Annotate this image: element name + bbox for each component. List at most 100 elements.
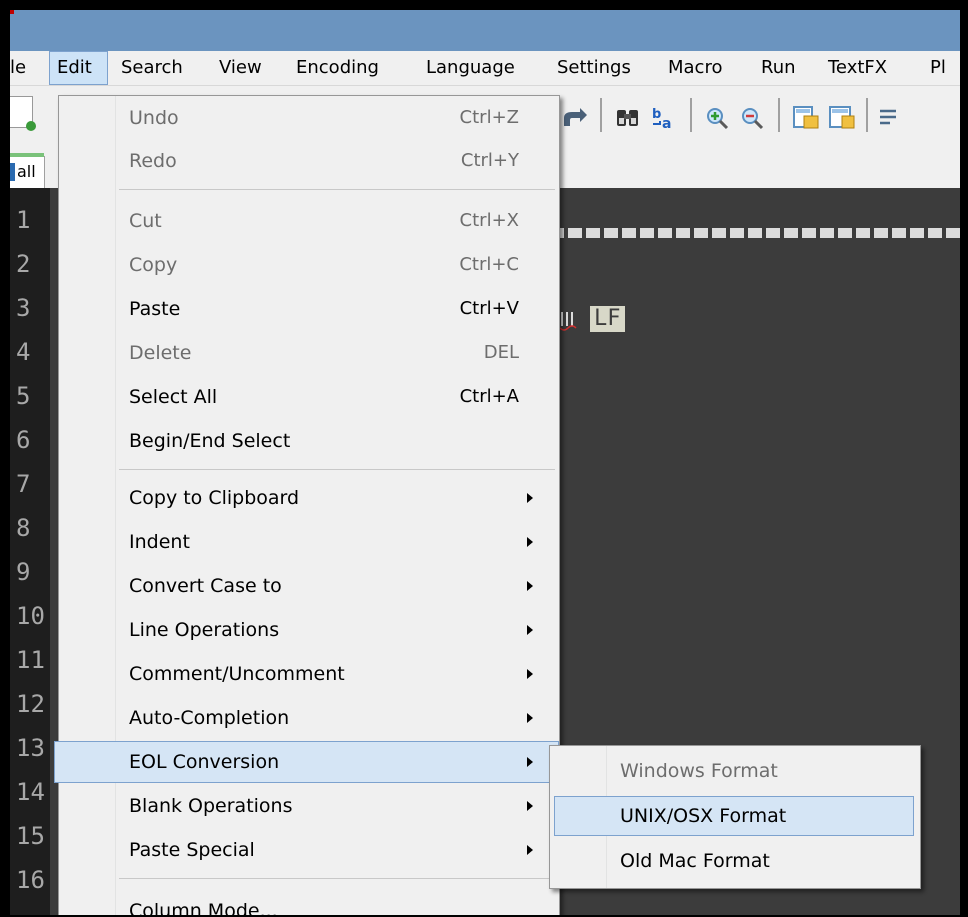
menu-separator [119,878,555,879]
menu-item-indent[interactable]: Indent [63,522,555,562]
menu-item-label: Indent [129,531,190,553]
menu-item-label: Select All [129,386,218,408]
menu-item-label: Line Operations [129,619,280,641]
line-number: 1 [16,206,31,234]
menu-edit[interactable]: Edit [49,51,108,85]
line-number: 16 [16,866,45,894]
submenu-arrow-icon [527,581,533,591]
menu-item-select-all[interactable]: Select All Ctrl+A [63,377,555,417]
menu-settings[interactable]: Settings [557,51,631,85]
submenu-arrow-icon [527,625,533,635]
line-number: 12 [16,690,45,718]
line-number: 8 [16,514,31,542]
menu-run[interactable]: Run [761,51,796,85]
line-number: 14 [16,778,45,806]
menu-macro[interactable]: Macro [668,51,722,85]
tab-file[interactable]: all [10,153,45,189]
submenu-arrow-icon [527,537,533,547]
menu-plugins[interactable]: Pl [930,51,946,85]
svg-text:a: a [662,116,671,132]
svg-text:b: b [652,107,661,122]
replace-icon[interactable]: b a [650,104,680,132]
menu-item-redo[interactable]: Redo Ctrl+Y [63,141,555,181]
menu-item-blank-operations[interactable]: Blank Operations [63,786,555,826]
menu-item-label: Redo [129,150,177,172]
menu-item-begin-end-select[interactable]: Begin/End Select [63,421,555,461]
menu-item-convert-case[interactable]: Convert Case to [63,566,555,606]
menu-separator [119,469,555,470]
line-number: 3 [16,294,31,322]
submenu-arrow-icon [527,801,533,811]
line-number: 11 [16,646,45,674]
menu-item-copy[interactable]: Copy Ctrl+C [63,245,555,285]
menu-item-eol-conversion[interactable]: EOL Conversion [54,741,559,783]
toolbar-separator [690,98,692,132]
line-number: 5 [16,382,31,410]
line-number: 6 [16,426,31,454]
menu-item-auto-completion[interactable]: Auto-Completion [63,698,555,738]
menu-item-label: Blank Operations [129,795,293,817]
title-bar [10,10,960,51]
menu-item-cut[interactable]: Cut Ctrl+X [63,201,555,241]
menu-textfx[interactable]: TextFX [828,51,887,85]
toolbar-separator [866,98,868,132]
toolbar-separator [778,98,780,132]
menu-item-label: EOL Conversion [129,751,280,773]
menu-item-line-operations[interactable]: Line Operations [63,610,555,650]
line-number: 10 [16,602,45,630]
menu-view[interactable]: View [219,51,262,85]
menu-encoding[interactable]: Encoding [296,51,379,85]
menu-item-paste[interactable]: Paste Ctrl+V [63,289,555,329]
menu-item-windows-format[interactable]: Windows Format [554,751,914,791]
menu-item-delete[interactable]: Delete DEL [63,333,555,373]
menu-item-label: Cut [129,210,162,232]
tab-label: all [17,162,36,181]
menu-item-label: Copy to Clipboard [129,487,300,509]
submenu-arrow-icon [527,713,533,723]
submenu-arrow-icon [527,493,533,503]
menu-language[interactable]: Language [426,51,515,85]
menu-item-label: Windows Format [620,760,778,782]
new-file-icon[interactable] [10,96,36,131]
redo-icon[interactable] [560,106,588,132]
menu-file[interactable]: le [10,51,26,85]
menu-item-label: Paste [129,298,181,320]
menu-item-label: Copy [129,254,178,276]
find-icon[interactable] [615,106,641,130]
menu-item-shortcut: Ctrl+X [459,210,519,231]
menu-item-shortcut: Ctrl+Z [459,107,519,128]
menu-item-unix-osx-format[interactable]: UNIX/OSX Format [554,796,914,836]
menu-item-old-mac-format[interactable]: Old Mac Format [554,841,914,881]
titlebar-corner-mark [10,10,14,14]
line-number: 7 [16,470,31,498]
menu-item-shortcut: Ctrl+C [459,254,519,275]
menu-separator [119,189,555,190]
zoom-in-icon[interactable] [705,106,731,130]
text-line-equals [550,226,960,240]
sync-horizontal-icon[interactable] [828,104,858,132]
line-number: 15 [16,822,45,850]
notepadpp-window: le Edit Search View Encoding Language Se… [10,10,960,915]
menu-item-label: UNIX/OSX Format [620,805,787,827]
edit-menu-dropdown: Undo Ctrl+Z Redo Ctrl+Y Cut Ctrl+X Copy … [54,95,560,915]
text-fragment [558,306,590,332]
menu-item-paste-special[interactable]: Paste Special [63,830,555,870]
menu-item-copy-to-clipboard[interactable]: Copy to Clipboard [63,478,555,518]
sync-vertical-icon[interactable] [792,104,822,132]
word-wrap-icon[interactable] [878,106,900,130]
line-number: 4 [16,338,31,366]
toolbar-separator [600,98,602,132]
menu-item-shortcut: Ctrl+V [459,298,519,319]
menu-item-comment-uncomment[interactable]: Comment/Uncomment [63,654,555,694]
menu-item-undo[interactable]: Undo Ctrl+Z [63,98,555,138]
menu-item-label: Auto-Completion [129,707,290,729]
submenu-arrow-icon [527,669,533,679]
menu-item-shortcut: Ctrl+Y [460,150,519,171]
menu-item-column-mode[interactable]: Column Mode... [63,891,555,915]
zoom-out-icon[interactable] [740,106,766,130]
menu-item-label: Comment/Uncomment [129,663,345,685]
menu-item-shortcut: Ctrl+A [459,386,519,407]
menu-search[interactable]: Search [121,51,183,85]
menu-item-label: Undo [129,107,179,129]
submenu-arrow-icon [527,757,533,767]
